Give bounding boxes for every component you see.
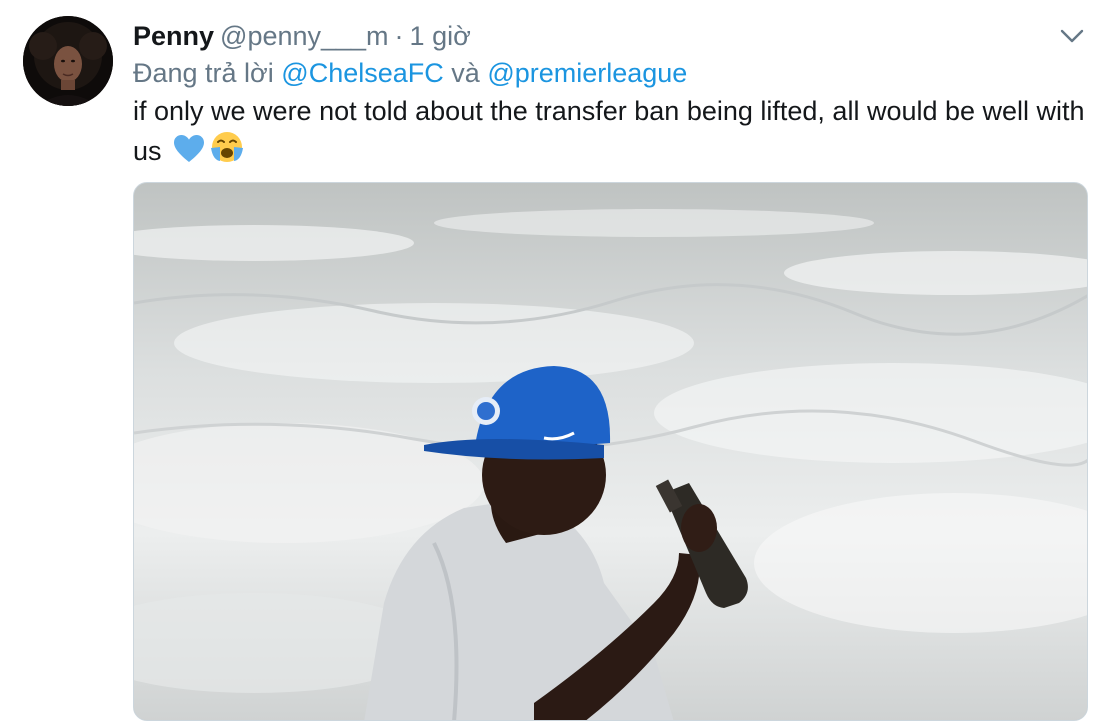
reply-prefix: Đang trả lời [133,58,274,88]
tweet-text: if only we were not told about the trans… [133,92,1093,174]
separator-dot: · [394,21,404,51]
mention-link-chelseafc[interactable]: @ChelseaFC [281,58,443,88]
tweet-photo[interactable] [133,182,1088,721]
tweet[interactable]: Penny @penny___m · 1 giờ Đang trả lời @Chel… [0,0,1108,724]
reply-context: Đang trả lời @ChelseaFC và @premierleagu… [133,55,687,91]
tweet-text-body: if only we were not told about the trans… [133,96,1085,166]
mention-link-premierleague[interactable]: @premierleague [487,58,687,88]
avatar[interactable] [23,16,113,106]
reply-joiner: và [451,58,480,88]
tweet-timestamp[interactable]: 1 giờ [410,21,471,51]
tweet-header: Penny @penny___m · 1 giờ [133,18,471,54]
loudly-crying-face-icon [209,130,245,174]
display-name[interactable]: Penny [133,21,214,51]
chevron-down-icon[interactable] [1058,26,1086,46]
blue-heart-icon [173,134,205,174]
user-handle[interactable]: @penny___m [220,21,389,51]
